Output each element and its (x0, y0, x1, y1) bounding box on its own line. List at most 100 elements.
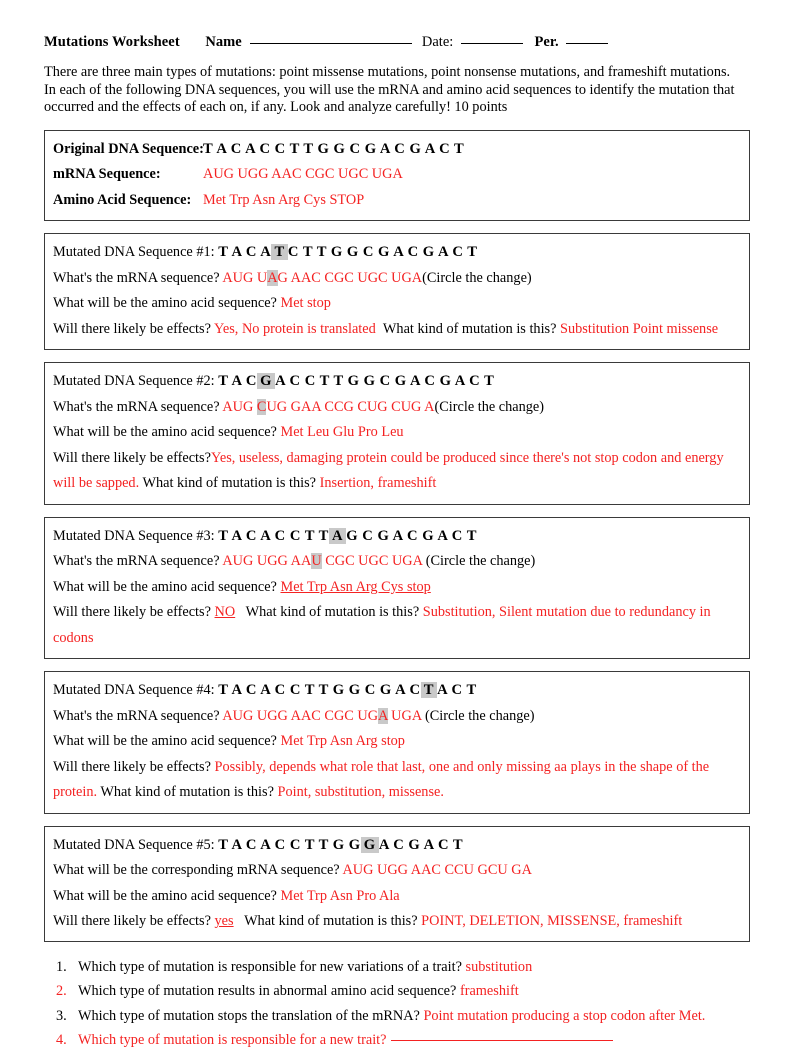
mutation-2-aa-row: What will be the amino acid sequence? Me… (53, 420, 741, 446)
aa-question-label: What will be the amino acid sequence? (53, 424, 277, 441)
dna-pre: T A C (218, 373, 257, 390)
mutation-4-dna-row: Mutated DNA Sequence #4: T A C A C C T T… (53, 678, 741, 704)
period-blank[interactable] (566, 43, 609, 44)
mrna-post: G AAC CGC UGC UGA (277, 269, 423, 286)
effects-question-label: Will there likely be effects? (53, 758, 211, 775)
question-number: 3. (56, 1007, 67, 1024)
mutation-box-1: Mutated DNA Sequence #1: T A C ATC T T G… (44, 233, 750, 351)
mutation-1-mrna-row: What's the mRNA sequence? AUG UAG AAC CG… (53, 266, 741, 292)
mutation-2-kind: Insertion, frameshift (319, 475, 437, 492)
mrna-pre: AUG (222, 398, 257, 415)
mrna-highlighted-base: U (311, 553, 322, 570)
original-dna-row: Original DNA Sequence:T A C A C C T T G … (53, 137, 741, 163)
aa-question-label: What will be the amino acid sequence? (53, 887, 277, 904)
name-blank[interactable] (250, 43, 413, 44)
mutation-3-aa-row: What will be the amino acid sequence? Me… (53, 575, 741, 601)
mutation-box-2: Mutated DNA Sequence #2: T A CGA C C T T… (44, 362, 750, 505)
dna-pre: T A C A C C T T (218, 527, 329, 544)
kind-question-label: What kind of mutation is this? (382, 320, 557, 337)
question-answer: frameshift (459, 983, 519, 1000)
mrna-pre: AUG U (222, 269, 268, 286)
dna-pre: T A C A C C T T G G C G A C (218, 682, 421, 699)
effects-question-label: Will there likely be effects? (53, 913, 211, 930)
mutation-3-dna-row: Mutated DNA Sequence #3: T A C A C C T T… (53, 524, 741, 550)
mrna-post: UGA (387, 707, 425, 724)
dna-pre: T A C A C C T T G G (218, 836, 361, 853)
mutation-4-mrna-row: What's the mRNA sequence? AUG UGG AAC CG… (53, 704, 741, 730)
mutation-1-aa-row: What will be the amino acid sequence? Me… (53, 291, 741, 317)
question-text: Which type of mutation stops the transla… (78, 1007, 420, 1024)
mutation-3-mrna-sequence: AUG UGG AAU CGC UGC UGA (220, 553, 426, 570)
mutation-1-dna-sequence: T A C ATC T T G G C G A C G A C T (218, 244, 478, 261)
circle-note: (Circle the change) (422, 269, 532, 286)
mutation-3-effects-row: Will there likely be effects? NO What ki… (53, 600, 741, 651)
mutation-3-label: Mutated DNA Sequence #3: (53, 527, 215, 544)
mutation-5-dna-sequence: T A C A C C T T G GGA C G A C T (218, 836, 464, 853)
worksheet-header: Mutations Worksheet Name Date: Per. (44, 32, 750, 52)
aa-question-label: What will be the amino acid sequence? (53, 578, 277, 595)
worksheet-page: Mutations Worksheet Name Date: Per. Ther… (0, 0, 791, 1048)
mutation-1-amino-acid: Met stop (280, 295, 331, 312)
period-label: Per. (534, 34, 559, 50)
dna-post: C T T G G C G A C G A C T (287, 244, 478, 261)
effects-question-label: Will there likely be effects? (53, 604, 211, 621)
page-title: Mutations Worksheet (44, 34, 180, 50)
aa-question-label: What will be the amino acid sequence? (53, 733, 277, 750)
mutation-3-dna-sequence: T A C A C C T TAG C G A C G A C T (218, 527, 477, 544)
mutation-4-aa-row: What will be the amino acid sequence? Me… (53, 729, 741, 755)
mrna-question-label: What's the mRNA sequence? (53, 398, 220, 415)
kind-question-label: What kind of mutation is this? (244, 913, 418, 930)
dna-post: A C T (437, 682, 477, 699)
mrna-question-label: What's the mRNA sequence? (53, 553, 220, 570)
effects-question-label: Will there likely be effects? (53, 449, 211, 466)
mutation-1-effects-row: Will there likely be effects? Yes, No pr… (53, 317, 741, 343)
mutation-4-mrna-sequence: AUG UGG AAC CGC UGA UGA (222, 707, 425, 724)
mutation-2-effects-row: Will there likely be effects?Yes, useles… (53, 446, 741, 497)
question-4-answer-blank[interactable] (390, 1040, 613, 1042)
effects-question-label: Will there likely be effects? (53, 320, 211, 337)
mrna-question-label: What's the mRNA sequence? (53, 707, 220, 724)
original-mrna-sequence: AUG UGG AAC CGC UGC UGA (203, 166, 403, 183)
mutation-box-4: Mutated DNA Sequence #4: T A C A C C T T… (44, 671, 750, 814)
date-blank[interactable] (460, 43, 523, 44)
mrna-question-label: What's the mRNA sequence? (53, 269, 220, 286)
mutation-4-dna-sequence: T A C A C C T T G G C G A CTA C T (218, 682, 477, 699)
name-label: Name (205, 34, 242, 50)
original-aa-label: Amino Acid Sequence: (53, 191, 192, 208)
circle-note: (Circle the change) (434, 398, 545, 415)
original-dna-label: Original DNA Sequence: (53, 140, 204, 157)
mutation-2-dna-sequence: T A CGA C C T T G G C G A C G A C T (218, 373, 494, 390)
mutation-1-label: Mutated DNA Sequence #1: (53, 244, 215, 261)
question-number: 2. (56, 983, 67, 1000)
circle-note: (Circle the change) (425, 553, 536, 570)
dna-highlighted-base: A (328, 527, 347, 544)
mrna-post: UG GAA CCG CUG CUG A (266, 398, 435, 415)
mrna-pre: AUG UGG AA (222, 553, 312, 570)
kind-question-label: What kind of mutation is this? (245, 604, 420, 621)
dna-highlighted-base: T (271, 244, 288, 261)
mutation-5-dna-row: Mutated DNA Sequence #5: T A C A C C T T… (53, 833, 741, 859)
kind-question-label: What kind of mutation is this? (100, 784, 274, 801)
question-item-4: 4. Which type of mutation is responsible … (48, 1028, 750, 1053)
mutation-1-dna-row: Mutated DNA Sequence #1: T A C ATC T T G… (53, 240, 741, 266)
mutation-box-5: Mutated DNA Sequence #5: T A C A C C T T… (44, 825, 750, 942)
mutation-4-kind: Point, substitution, missense. (277, 784, 444, 801)
mutation-5-effects: yes (214, 913, 234, 930)
mutation-2-dna-row: Mutated DNA Sequence #2: T A CGA C C T T… (53, 369, 741, 395)
mrna-post: CGC UGC UGA (321, 553, 426, 570)
worksheet-content: Mutations Worksheet Name Date: Per. Ther… (44, 32, 750, 1053)
question-answer: Point mutation producing a stop codon af… (423, 1007, 706, 1024)
mrna-pre: AUG UGG AAC CGC UG (222, 707, 379, 724)
question-number: 4. (56, 1032, 67, 1049)
original-mrna-row: mRNA Sequence: AUG UGG AAC CGC UGC UGA (53, 162, 741, 188)
mutation-2-label: Mutated DNA Sequence #2: (53, 373, 215, 390)
date-label: Date: (421, 34, 454, 50)
mutation-box-3: Mutated DNA Sequence #3: T A C A C C T T… (44, 516, 750, 660)
mutation-5-kind: POINT, DELETION, MISSENSE, frameshift (421, 913, 683, 930)
original-mrna-label: mRNA Sequence: (53, 166, 161, 183)
mutation-5-amino-acid: Met Trp Asn Pro Ala (280, 887, 400, 904)
mutation-5-aa-row: What will be the amino acid sequence? Me… (53, 884, 741, 910)
question-item-1: 1. Which type of mutation is responsible … (48, 955, 750, 980)
mutation-4-amino-acid: Met Trp Asn Arg stop (280, 733, 405, 750)
dna-post: A C G A C T (378, 836, 464, 853)
